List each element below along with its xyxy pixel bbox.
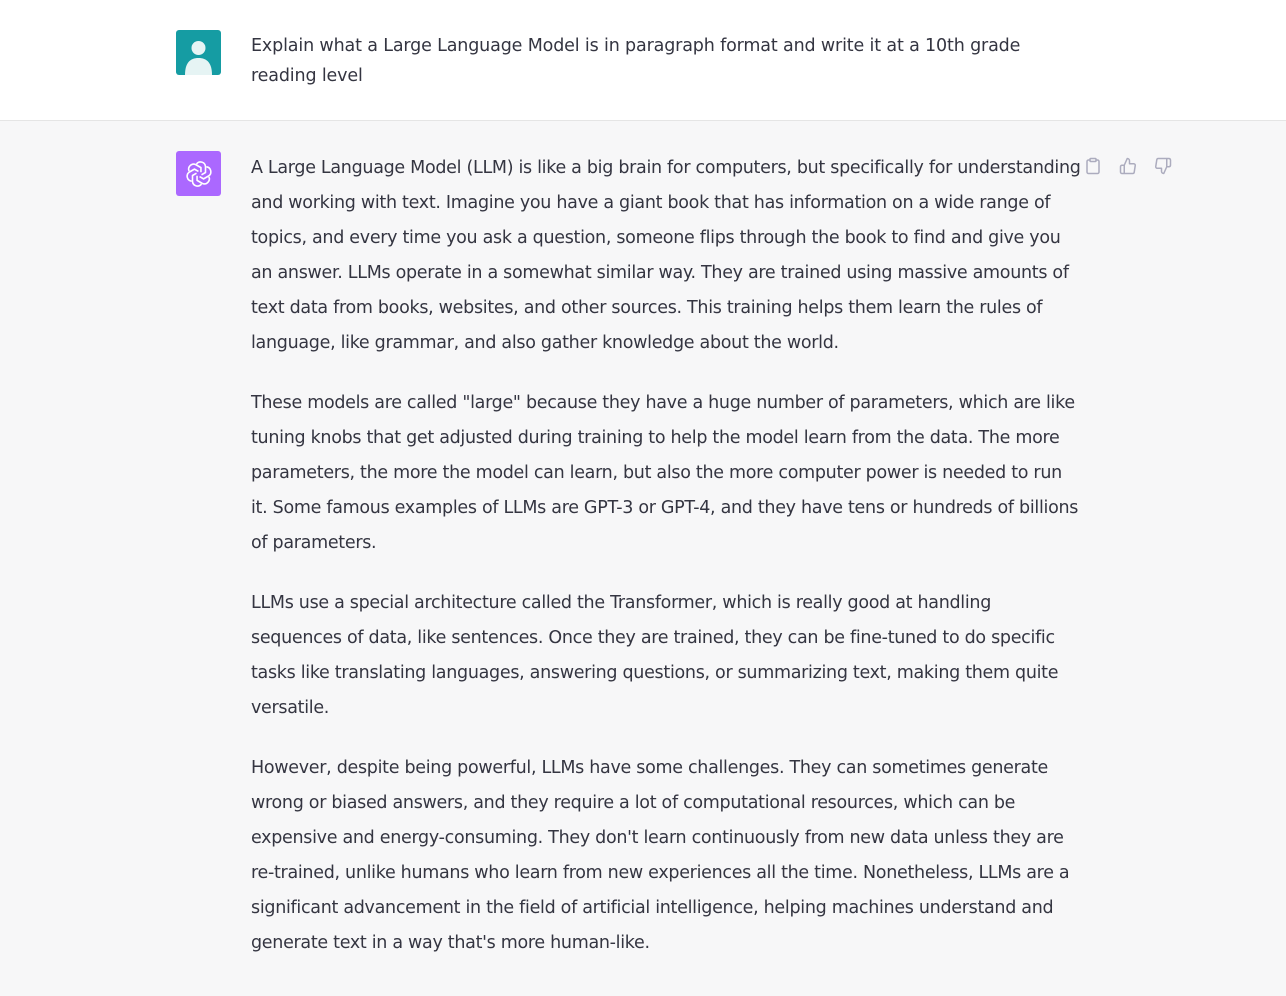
user-avatar [176,30,221,75]
assistant-avatar [176,151,221,196]
answer-paragraph-2: These models are called "large" because … [251,393,1079,553]
thumbs-up-button[interactable] [1117,155,1139,177]
answer-paragraph-3: LLMs use a special architecture called t… [251,593,1059,718]
openai-logo-icon [185,160,212,187]
answer-paragraph-4: However, despite being powerful, LLMs ha… [251,758,1070,953]
answer-paragraph-1: A Large Language Model (LLM) is like a b… [251,158,1081,353]
message-actions [1082,155,1174,177]
assistant-message-row: A Large Language Model (LLM) is like a b… [0,121,1286,996]
user-icon [185,41,212,75]
thumbs-up-icon [1119,157,1136,175]
user-message-row: Explain what a Large Language Model is i… [0,0,1286,121]
thumbs-down-icon [1155,157,1172,175]
thumbs-down-button[interactable] [1152,155,1174,177]
assistant-message-text: A Large Language Model (LLM) is like a b… [251,151,1081,986]
clipboard-icon [1086,157,1100,175]
copy-button[interactable] [1082,155,1104,177]
user-message-text: Explain what a Large Language Model is i… [251,36,1021,86]
